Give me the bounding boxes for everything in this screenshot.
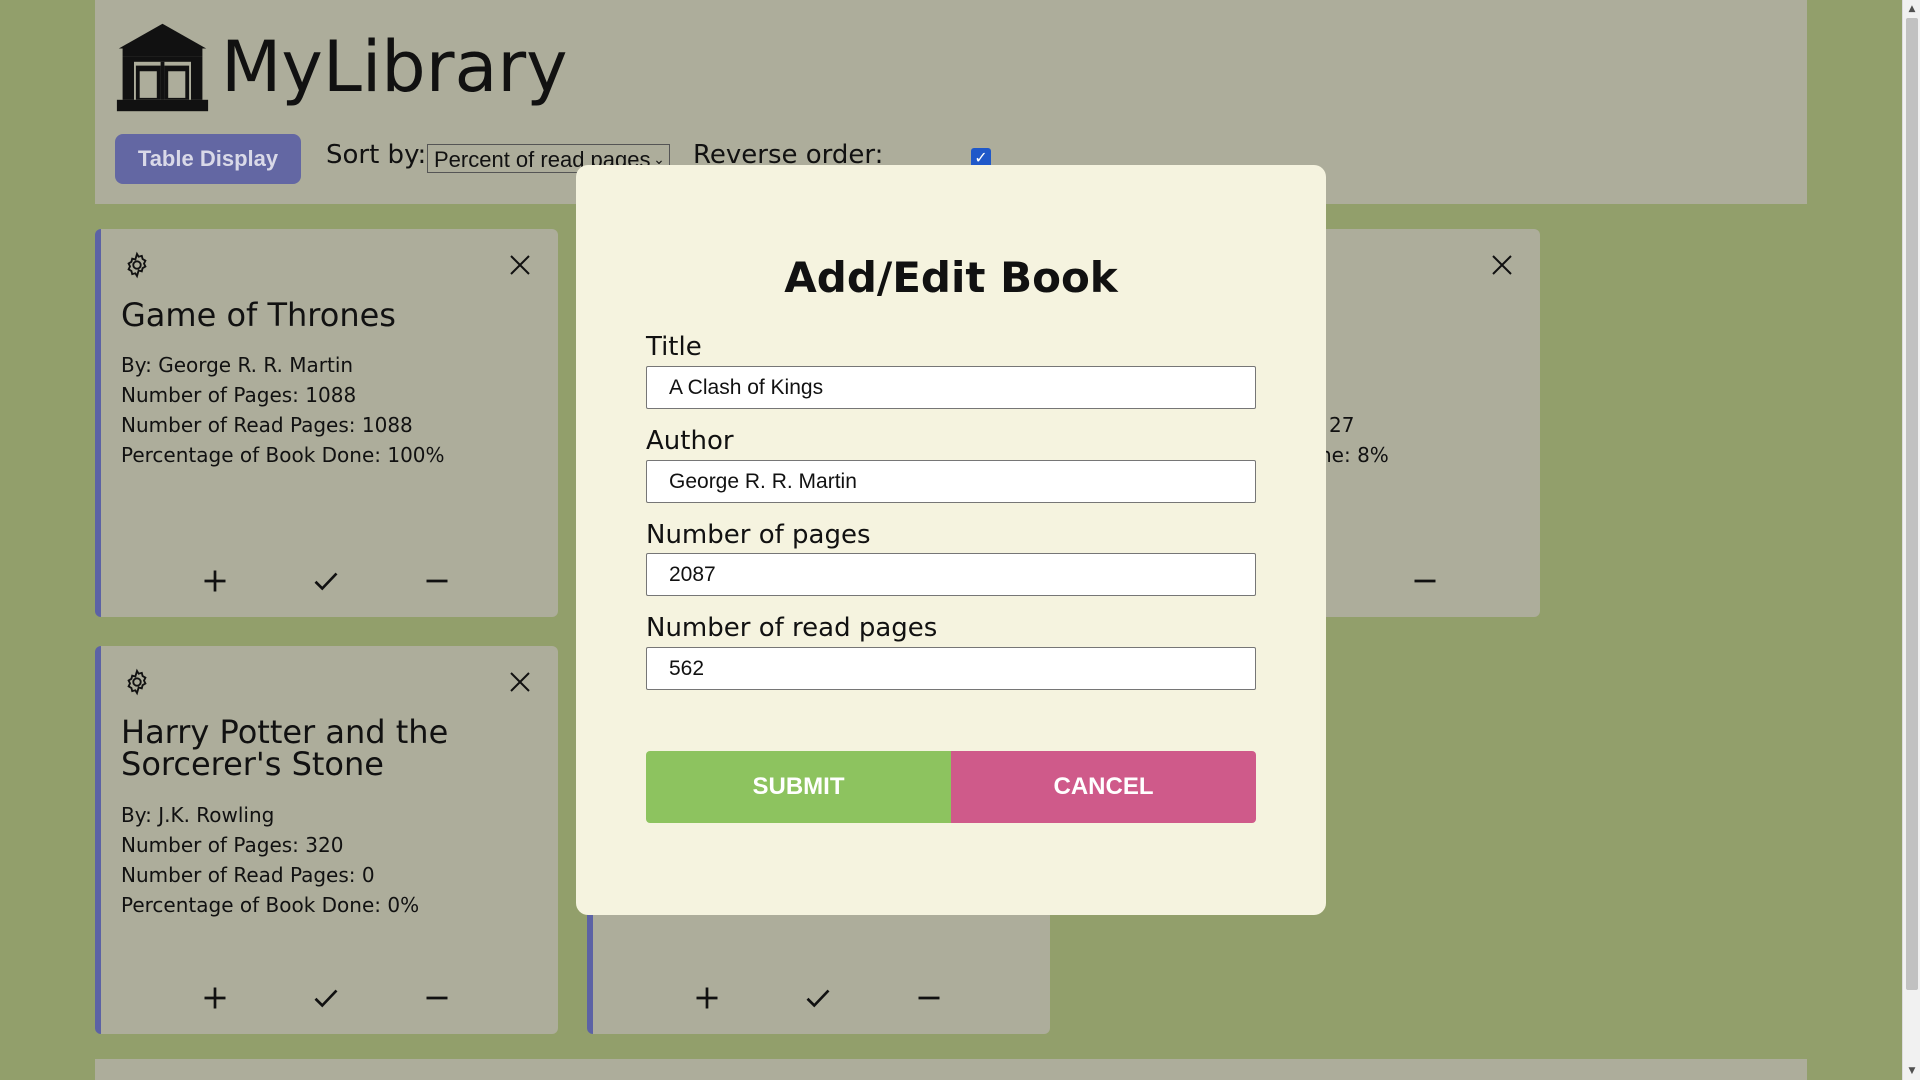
book-author: By: J.K. Rowling xyxy=(121,803,275,827)
check-icon[interactable] xyxy=(308,563,344,599)
read-pages-input[interactable]: 562 xyxy=(646,647,1256,690)
minus-icon[interactable] xyxy=(1407,563,1443,599)
table-display-button[interactable]: Table Display xyxy=(115,134,301,184)
pages-label: Number of pages xyxy=(646,520,871,550)
pages-input[interactable]: 2087 xyxy=(646,553,1256,596)
book-percent-done: ne: 8% xyxy=(1319,443,1389,467)
book-card: Game of Thrones By: George R. R. Martin … xyxy=(95,229,558,617)
book-author: By: George R. R. Martin xyxy=(121,353,354,377)
scrollbar-thumb[interactable] xyxy=(1906,18,1918,990)
sort-by-label: Sort by: xyxy=(326,140,427,170)
title-input[interactable]: A Clash of Kings xyxy=(646,366,1256,409)
book-read-pages: Number of Read Pages: 0 xyxy=(121,863,375,887)
book-title: Harry Potter and the Sorcerer's Stone xyxy=(121,713,449,783)
read-pages-label: Number of read pages xyxy=(646,613,938,643)
app-title: MyLibrary xyxy=(221,26,568,108)
book-read-pages: Number of Read Pages: 1088 xyxy=(121,413,413,437)
gear-icon[interactable] xyxy=(123,251,151,279)
author-label: Author xyxy=(646,426,734,456)
submit-button[interactable]: SUBMIT xyxy=(646,751,951,823)
gear-icon[interactable] xyxy=(123,668,151,696)
card-actions xyxy=(689,980,940,1016)
plus-icon[interactable] xyxy=(197,980,233,1016)
book-title: Game of Thrones xyxy=(121,296,396,334)
library-building-icon xyxy=(116,23,209,112)
cancel-button[interactable]: CANCEL xyxy=(951,751,1256,823)
check-icon[interactable] xyxy=(308,980,344,1016)
book-pages: Number of Pages: 320 xyxy=(121,833,344,857)
footer-strip xyxy=(95,1059,1807,1080)
minus-icon[interactable] xyxy=(419,563,455,599)
book-percent-done: Percentage of Book Done: 100% xyxy=(121,443,445,467)
minus-icon[interactable] xyxy=(911,980,947,1016)
check-icon[interactable] xyxy=(800,980,836,1016)
card-actions xyxy=(197,980,448,1016)
minus-icon[interactable] xyxy=(419,980,455,1016)
book-percent-done: Percentage of Book Done: 0% xyxy=(121,893,420,917)
close-icon[interactable] xyxy=(508,670,532,694)
scroll-down-icon[interactable]: ▼ xyxy=(1903,1062,1920,1080)
close-icon[interactable] xyxy=(508,253,532,277)
add-edit-book-modal: Add/Edit Book Title A Clash of Kings Aut… xyxy=(576,165,1326,915)
scroll-up-icon[interactable]: ▲ xyxy=(1903,0,1920,18)
close-icon[interactable] xyxy=(1490,253,1514,277)
book-pages: Number of Pages: 1088 xyxy=(121,383,357,407)
card-actions xyxy=(197,563,448,599)
page-scrollbar[interactable]: ▲ ▼ xyxy=(1902,0,1920,1080)
author-input[interactable]: George R. R. Martin xyxy=(646,460,1256,503)
title-label: Title xyxy=(646,332,702,362)
book-card: Harry Potter and the Sorcerer's Stone By… xyxy=(95,646,558,1034)
modal-title: Add/Edit Book xyxy=(784,253,1118,302)
plus-icon[interactable] xyxy=(689,980,725,1016)
plus-icon[interactable] xyxy=(197,563,233,599)
book-read-pages: 27 xyxy=(1329,413,1355,437)
